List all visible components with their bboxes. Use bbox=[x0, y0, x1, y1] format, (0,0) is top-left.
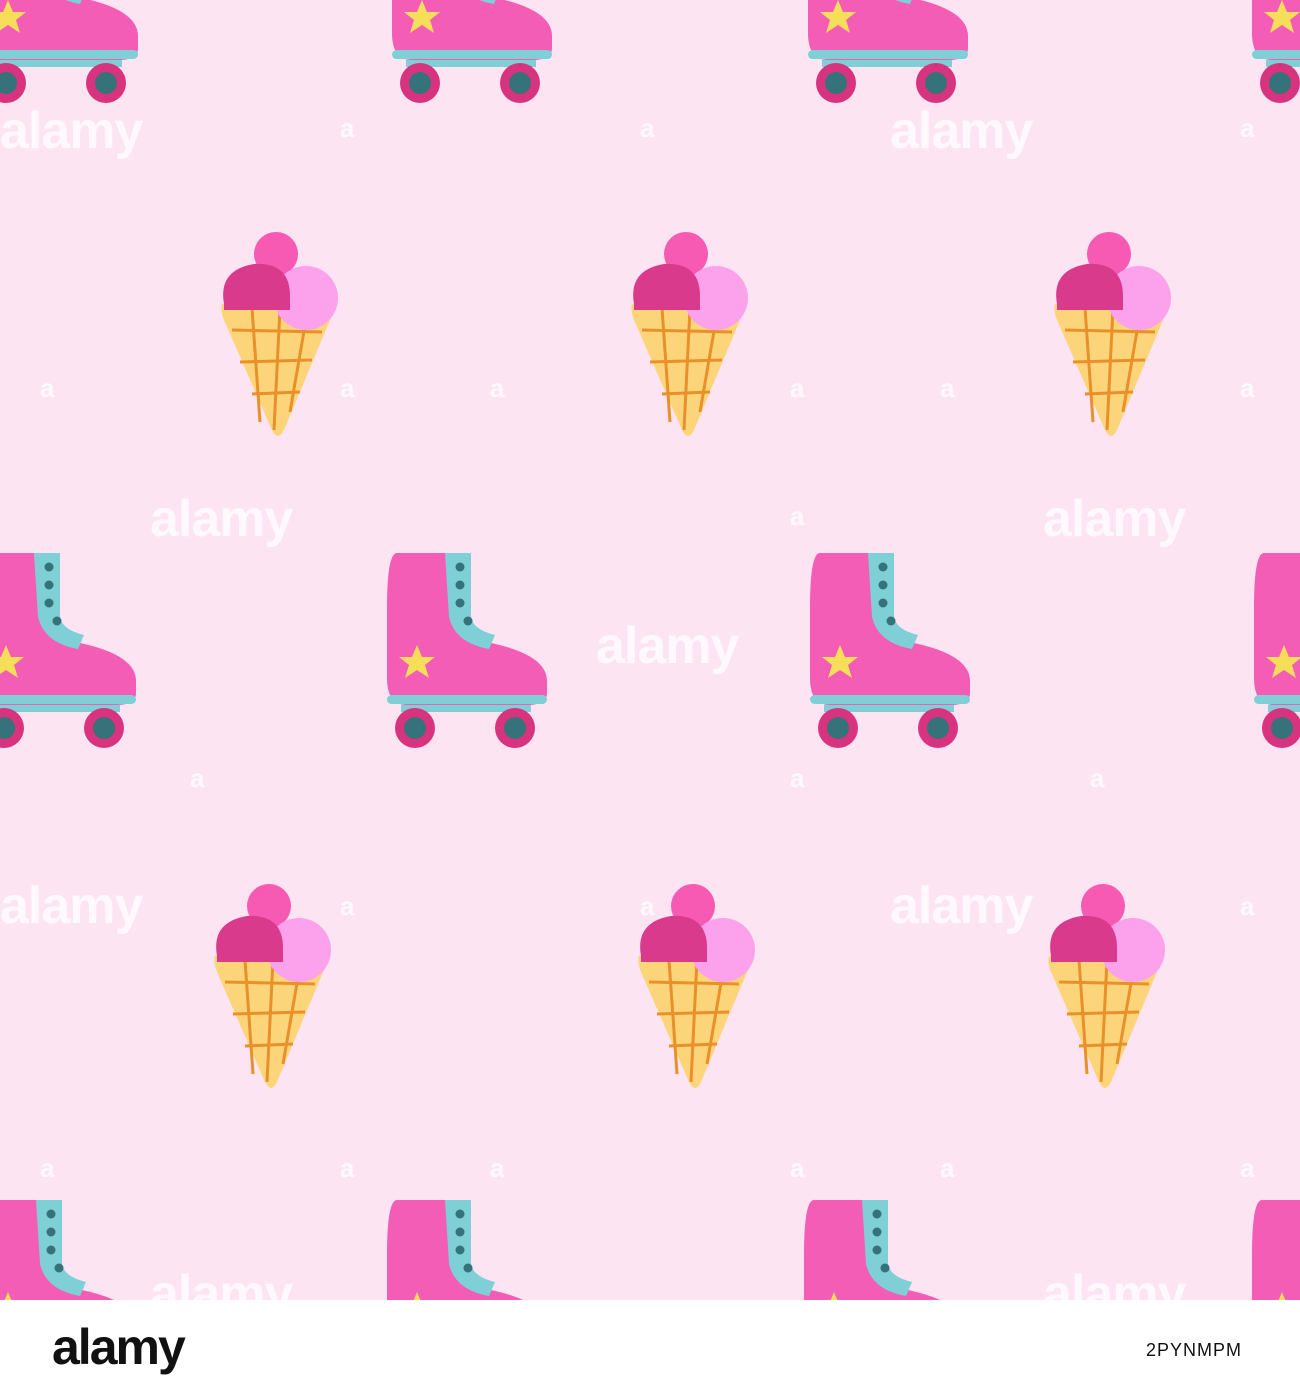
watermark-letter: a bbox=[640, 891, 655, 921]
watermark-text: alamy bbox=[596, 617, 739, 675]
watermark-letter: a bbox=[1240, 891, 1255, 921]
watermark-letter: a bbox=[790, 1153, 805, 1183]
roller-skate-icon bbox=[810, 553, 970, 748]
watermark-letter: a bbox=[790, 373, 805, 403]
watermark-text: alamy bbox=[0, 877, 143, 935]
watermark-letter: a bbox=[640, 113, 655, 143]
roller-skate-icon bbox=[0, 1200, 138, 1300]
watermark-letter: a bbox=[940, 1153, 955, 1183]
watermark-letter: a bbox=[790, 763, 805, 793]
watermark-letter: a bbox=[490, 373, 505, 403]
watermark-letter: a bbox=[1240, 113, 1255, 143]
ice-cream-cone-icon bbox=[1052, 230, 1173, 438]
roller-skate-icon bbox=[1254, 553, 1300, 748]
roller-skate-icon bbox=[392, 0, 552, 103]
watermark-text: alamy bbox=[1043, 1265, 1186, 1300]
ice-cream-cone-icon bbox=[636, 882, 757, 1090]
watermark-text: alamy bbox=[0, 102, 143, 160]
watermark-text: alamy bbox=[1043, 490, 1186, 548]
watermark-letter: a bbox=[790, 501, 805, 531]
ice-cream-cone-icon bbox=[219, 230, 340, 438]
alamy-logo: alamy bbox=[52, 1319, 186, 1375]
watermark-text: alamy bbox=[150, 490, 293, 548]
roller-skate-icon bbox=[0, 0, 138, 103]
watermark-letter: a bbox=[340, 891, 355, 921]
watermark-letter: a bbox=[40, 1153, 55, 1183]
watermark-text: alamy bbox=[890, 877, 1033, 935]
roller-skate-icon bbox=[1252, 0, 1300, 103]
image-id-label: 2PYNMPM bbox=[1145, 1340, 1242, 1360]
ice-cream-cone-icon bbox=[212, 882, 333, 1090]
roller-skate-icon bbox=[808, 0, 968, 103]
watermark-letter: a bbox=[340, 373, 355, 403]
watermark-text: alamy bbox=[150, 1265, 293, 1300]
roller-skate-icon bbox=[0, 553, 136, 748]
ice-cream-cone-icon bbox=[629, 230, 750, 438]
watermark-letter: a bbox=[1090, 763, 1105, 793]
ice-cream-cone-icon bbox=[1046, 882, 1167, 1090]
roller-skate-icon bbox=[1252, 1200, 1300, 1300]
watermark-letter: a bbox=[1240, 373, 1255, 403]
watermark-letter: a bbox=[340, 113, 355, 143]
watermark-letter: a bbox=[1240, 1153, 1255, 1183]
seamless-pattern-image: alamy alamy alamy alamy alamy alamy alam… bbox=[0, 0, 1300, 1300]
watermark-text: alamy bbox=[890, 102, 1033, 160]
watermark-letter: a bbox=[40, 373, 55, 403]
roller-skate-icon bbox=[387, 1200, 547, 1300]
watermark-letter: a bbox=[490, 1153, 505, 1183]
roller-skate-icon bbox=[387, 553, 547, 748]
stock-footer-bar: alamy 2PYNMPM bbox=[0, 1300, 1300, 1390]
watermark-letter: a bbox=[940, 373, 955, 403]
watermark-letter: a bbox=[190, 763, 205, 793]
roller-skate-icon bbox=[804, 1200, 964, 1300]
watermark-letter: a bbox=[340, 1153, 355, 1183]
